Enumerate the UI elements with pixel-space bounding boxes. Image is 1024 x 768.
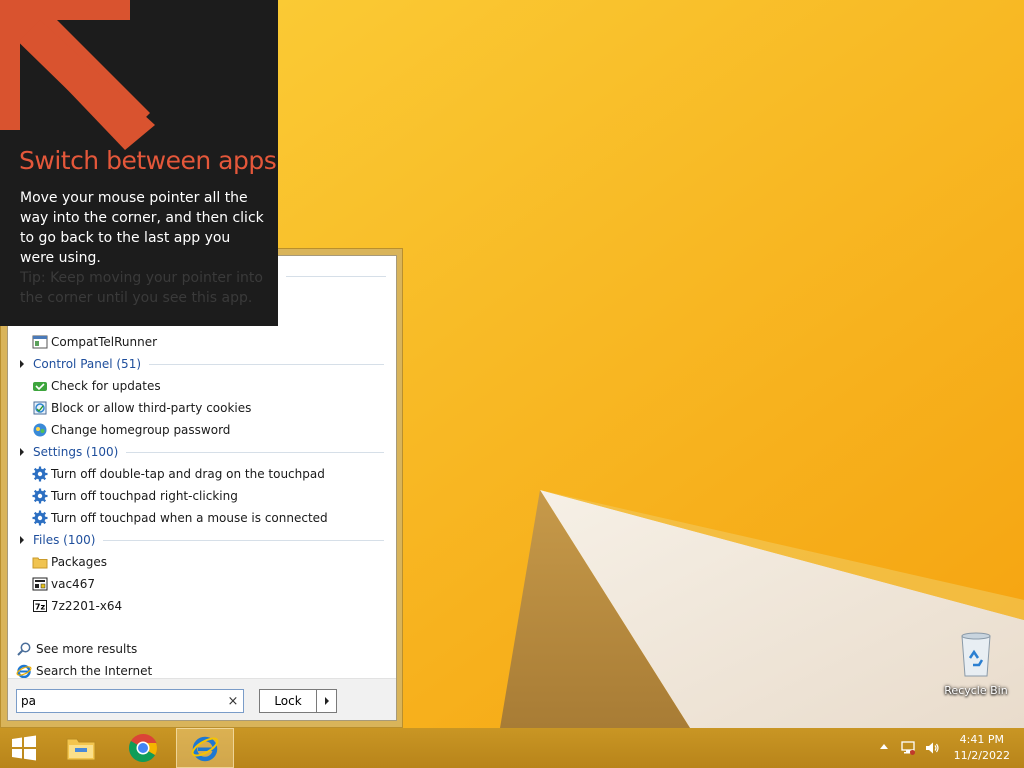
result-turn-off-right-clicking[interactable]: Turn off touchpad right-clicking — [32, 486, 238, 506]
show-hidden-icons-button[interactable] — [880, 744, 888, 749]
network-icon[interactable] — [900, 740, 916, 756]
recycle-bin[interactable]: Recycle Bin — [938, 630, 1014, 697]
expand-arrow-icon — [20, 448, 24, 456]
folder-icon — [32, 557, 48, 569]
expand-arrow-icon — [20, 360, 24, 368]
gear-icon — [32, 466, 48, 482]
tip-title: Switch between apps — [19, 146, 277, 175]
clock-time: 4:41 PM — [959, 733, 1004, 746]
result-compattelrunner[interactable]: CompatTelRunner — [32, 332, 157, 352]
divider — [126, 451, 384, 453]
gear-icon — [32, 510, 48, 526]
system-tray: 4:41 PM 11/2/2022 — [864, 728, 1024, 768]
internet-explorer-icon — [16, 664, 32, 679]
see-more-label: See more results — [36, 642, 138, 656]
search-input[interactable] — [17, 694, 223, 708]
internet-options-icon — [33, 401, 47, 415]
taskbar-chrome[interactable] — [120, 728, 166, 768]
taskbar: 4:41 PM 11/2/2022 — [0, 728, 1024, 768]
result-label: Turn off touchpad when a mouse is connec… — [51, 511, 328, 525]
result-vac467[interactable]: vac467 — [32, 574, 95, 594]
divider — [103, 539, 384, 541]
group-header-control-panel[interactable]: Control Panel (51) — [8, 354, 396, 374]
result-change-homegroup-password[interactable]: Change homegroup password — [32, 420, 230, 440]
recycle-bin-icon — [961, 632, 991, 677]
clock-date: 11/2/2022 — [953, 749, 1010, 762]
volume-icon[interactable] — [924, 740, 940, 756]
expand-arrow-icon — [20, 536, 24, 544]
result-check-for-updates[interactable]: Check for updates — [32, 376, 161, 396]
homegroup-icon — [33, 423, 47, 437]
group-header-files[interactable]: Files (100) — [8, 530, 396, 550]
group-label: Settings (100) — [33, 445, 119, 459]
start-button[interactable] — [0, 728, 48, 768]
result-turn-off-double-tap[interactable]: Turn off double-tap and drag on the touc… — [32, 464, 325, 484]
result-packages[interactable]: Packages — [32, 552, 107, 572]
result-turn-off-touchpad-mouse[interactable]: Turn off touchpad when a mouse is connec… — [32, 508, 328, 528]
clear-search-button[interactable]: × — [223, 694, 243, 709]
group-label: Files (100) — [33, 533, 96, 547]
result-7z2201-x64[interactable]: 7z 7z2201-x64 — [32, 596, 122, 616]
result-label: Block or allow third-party cookies — [51, 401, 252, 415]
clock[interactable]: 4:41 PM 11/2/2022 — [954, 732, 1010, 764]
7zip-icon: 7z — [33, 600, 47, 612]
internet-explorer-icon — [191, 736, 219, 762]
windows-logo-icon — [12, 735, 36, 761]
divider — [286, 276, 386, 277]
search-bar: × Lock — [8, 678, 396, 720]
tip-body: Move your mouse pointer all the way into… — [20, 190, 264, 266]
result-label: Packages — [51, 555, 107, 569]
result-label: Check for updates — [51, 379, 161, 393]
search-icon — [17, 642, 31, 656]
group-label: Control Panel (51) — [33, 357, 142, 371]
chrome-icon — [129, 733, 157, 762]
group-header-settings[interactable]: Settings (100) — [8, 442, 396, 462]
result-label: Turn off touchpad right-clicking — [51, 489, 238, 503]
windows-update-icon — [33, 382, 47, 391]
svg-text:7z: 7z — [35, 603, 46, 612]
lock-button[interactable]: Lock — [259, 689, 317, 713]
result-block-cookies[interactable]: Block or allow third-party cookies — [32, 398, 251, 418]
chevron-right-icon — [324, 697, 329, 705]
search-box: × — [16, 689, 244, 713]
executable-icon — [32, 577, 48, 591]
result-label: CompatTelRunner — [51, 335, 158, 349]
application-icon — [32, 335, 48, 349]
result-label: 7z2201-x64 — [51, 599, 123, 613]
result-label: Turn off double-tap and drag on the touc… — [51, 467, 325, 481]
tip-hint: Tip: Keep moving your pointer into the c… — [20, 270, 263, 306]
result-label: vac467 — [51, 577, 95, 591]
power-options-button[interactable] — [317, 689, 337, 713]
see-more-results-link[interactable]: See more results — [16, 639, 137, 659]
result-label: Change homegroup password — [51, 423, 231, 437]
gear-icon — [32, 488, 48, 504]
file-explorer-icon — [66, 738, 96, 761]
search-internet-label: Search the Internet — [36, 664, 153, 678]
taskbar-internet-explorer[interactable] — [176, 728, 234, 768]
recycle-bin-label: Recycle Bin — [944, 684, 1008, 697]
switch-apps-tip: Switch between apps Move your mouse poin… — [0, 0, 278, 326]
taskbar-file-explorer[interactable] — [58, 728, 104, 768]
divider — [149, 363, 384, 365]
